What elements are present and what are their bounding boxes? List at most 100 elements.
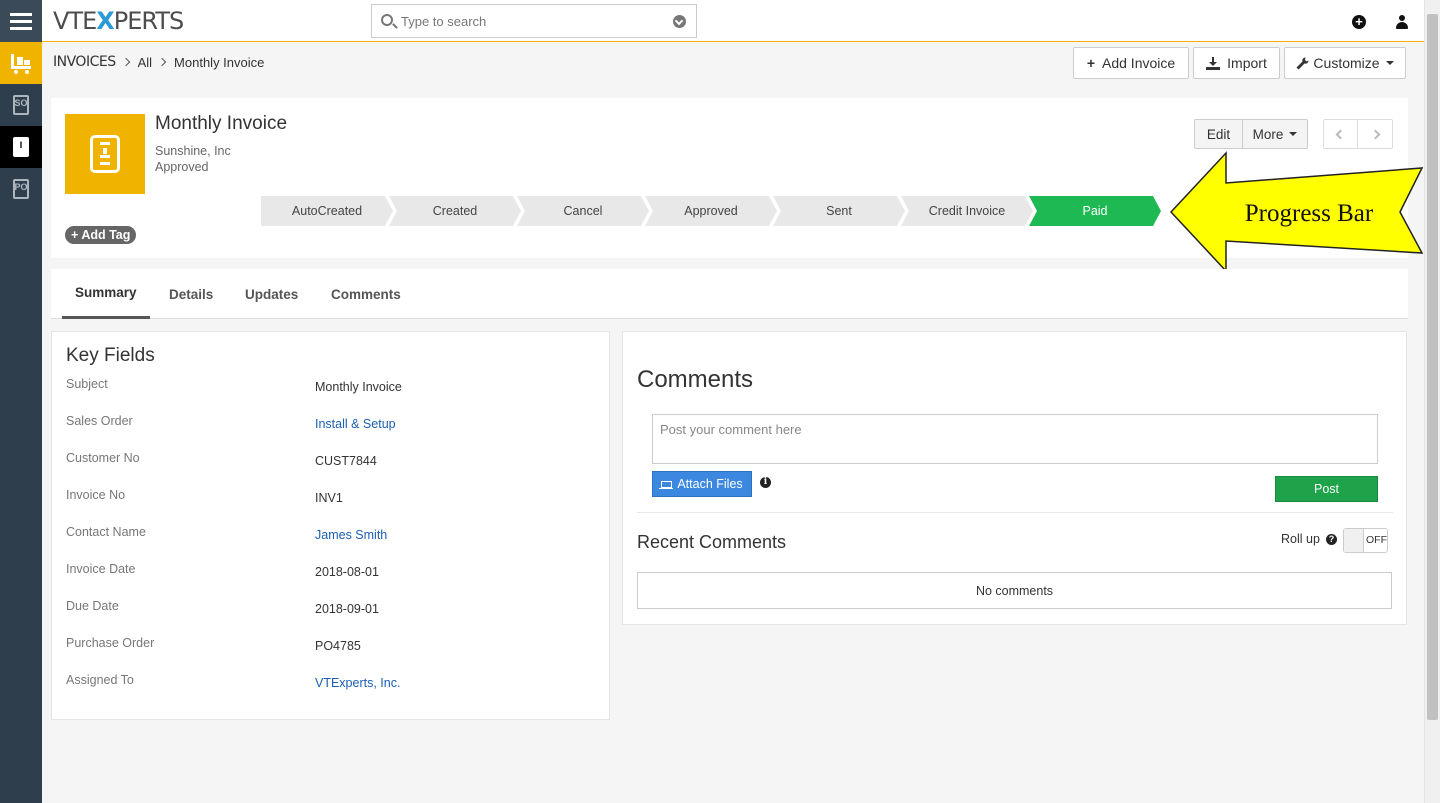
comment-textarea[interactable] — [652, 414, 1378, 464]
add-invoice-button[interactable]: + Add Invoice — [1073, 47, 1189, 79]
roll-up-label: Roll up — [1281, 532, 1320, 546]
field-label: Contact Name — [66, 525, 146, 539]
chevron-right-icon — [121, 57, 130, 67]
progress-step[interactable]: Credit Invoice — [901, 196, 1033, 226]
next-record-button[interactable] — [1358, 120, 1392, 148]
field-label: Purchase Order — [66, 636, 155, 650]
roll-up-toggle[interactable]: OFF — [1343, 528, 1388, 553]
tab-updates[interactable]: Updates — [245, 269, 298, 319]
field-row: Invoice No INV1 — [66, 488, 596, 508]
no-comments-message: No comments — [637, 572, 1392, 609]
previous-record-button[interactable] — [1324, 120, 1358, 148]
field-link[interactable]: VTExperts, Inc. — [315, 676, 400, 690]
field-link[interactable]: Install & Setup — [315, 417, 396, 431]
tab-comments[interactable]: Comments — [331, 269, 401, 319]
quick-create-icon[interactable]: + — [1352, 15, 1366, 29]
field-value: PO4785 — [315, 639, 361, 653]
purchase-order-icon: PO — [13, 179, 29, 199]
field-label: Sales Order — [66, 414, 133, 428]
info-icon[interactable]: i — [760, 477, 771, 488]
field-row: Due Date 2018-09-01 — [66, 599, 596, 619]
sidebar-item-inventory[interactable] — [0, 42, 42, 84]
progress-step[interactable]: Created — [389, 196, 521, 226]
sidebar-item-purchase-order[interactable]: PO — [0, 168, 42, 210]
field-label: Customer No — [66, 451, 140, 465]
field-label: Invoice Date — [66, 562, 136, 576]
left-sidebar: SO I PO — [0, 0, 42, 803]
progress-step[interactable]: Approved — [645, 196, 777, 226]
field-label: Subject — [66, 377, 108, 391]
caret-down-icon — [1289, 132, 1298, 136]
field-row: Subject Monthly Invoice — [66, 377, 596, 397]
sidebar-item-sales-order[interactable]: SO — [0, 84, 42, 126]
scrollbar-thumb[interactable] — [1427, 14, 1438, 720]
tab-details[interactable]: Details — [169, 269, 213, 319]
edit-button[interactable]: Edit — [1195, 120, 1243, 148]
global-search — [371, 4, 697, 38]
annotation-label: Progress Bar — [1245, 200, 1374, 227]
comments-panel: Comments Attach Files i Post Recent Comm… — [622, 331, 1407, 625]
sales-order-icon: SO — [13, 95, 29, 115]
breadcrumb-filter[interactable]: All — [138, 55, 152, 70]
field-row: Invoice Date 2018-08-01 — [66, 562, 596, 582]
key-fields-title: Key Fields — [66, 345, 155, 366]
toggle-state-label: OFF — [1366, 534, 1387, 546]
download-icon — [1206, 56, 1221, 70]
progress-step[interactable]: AutoCreated — [261, 196, 393, 226]
wrench-icon — [1296, 56, 1309, 69]
sidebar-item-invoice[interactable]: I — [0, 126, 42, 168]
cart-icon — [11, 54, 31, 74]
user-icon[interactable] — [1396, 15, 1408, 29]
chevron-right-icon — [1370, 129, 1380, 139]
field-value: INV1 — [315, 491, 343, 505]
comments-title: Comments — [637, 366, 754, 393]
hamburger-menu-icon[interactable] — [0, 0, 42, 42]
field-label: Due Date — [66, 599, 119, 613]
field-label: Assigned To — [66, 673, 134, 687]
caret-down-icon — [1385, 61, 1394, 65]
progress-step[interactable]: Sent — [773, 196, 905, 226]
top-bar: VTEXPERTS + — [42, 0, 1424, 42]
field-value: CUST7844 — [315, 454, 377, 468]
field-label: Invoice No — [66, 488, 126, 502]
help-icon[interactable]: ? — [1326, 534, 1337, 545]
progress-step-active[interactable]: Paid — [1029, 196, 1161, 226]
field-value: 2018-09-01 — [315, 602, 379, 616]
chevron-right-icon — [157, 57, 167, 67]
field-row: Contact Name James Smith — [66, 525, 596, 545]
chevron-left-icon — [1335, 129, 1346, 139]
more-dropdown[interactable]: More — [1243, 120, 1307, 148]
search-input[interactable] — [401, 11, 661, 31]
vtexperts-logo[interactable]: VTEXPERTS — [53, 9, 184, 33]
add-tag-button[interactable]: + Add Tag — [65, 226, 137, 244]
breadcrumb: INVOICES All Monthly Invoice — [53, 52, 264, 72]
toggle-knob — [1344, 529, 1364, 552]
breadcrumb-module[interactable]: INVOICES — [53, 54, 116, 70]
customize-button[interactable]: Customize — [1284, 47, 1406, 79]
record-subtitle: Sunshine, Inc Approved — [155, 143, 231, 175]
field-value: 2018-08-01 — [315, 565, 379, 579]
recent-comments-title: Recent Comments — [637, 532, 787, 552]
field-row: Customer No CUST7844 — [66, 451, 596, 471]
record-actions: Edit More — [1194, 119, 1308, 149]
record-status: Approved — [155, 160, 209, 174]
invoice-icon: I — [13, 137, 29, 157]
post-button[interactable]: Post — [1275, 476, 1378, 502]
attach-files-button[interactable]: Attach Files — [652, 471, 752, 497]
plus-icon: + — [1086, 55, 1095, 71]
tab-summary[interactable]: Summary — [62, 269, 150, 319]
field-row: Sales Order Install & Setup — [66, 414, 596, 434]
breadcrumb-record: Monthly Invoice — [174, 54, 265, 70]
field-value: Monthly Invoice — [315, 380, 402, 394]
record-organization: Sunshine, Inc — [155, 144, 231, 158]
field-row: Assigned To VTExperts, Inc. — [66, 673, 596, 693]
progress-bar-annotation-arrow: Progress Bar — [1169, 151, 1424, 273]
import-button[interactable]: Import — [1193, 47, 1280, 79]
key-fields-panel: Key Fields Subject Monthly Invoice Sales… — [51, 331, 610, 720]
chevron-down-icon[interactable] — [673, 15, 686, 28]
record-navigation — [1323, 119, 1393, 149]
page-scrollbar[interactable] — [1424, 0, 1440, 803]
divider — [637, 512, 1393, 513]
field-link[interactable]: James Smith — [315, 528, 387, 542]
progress-step[interactable]: Cancel — [517, 196, 649, 226]
